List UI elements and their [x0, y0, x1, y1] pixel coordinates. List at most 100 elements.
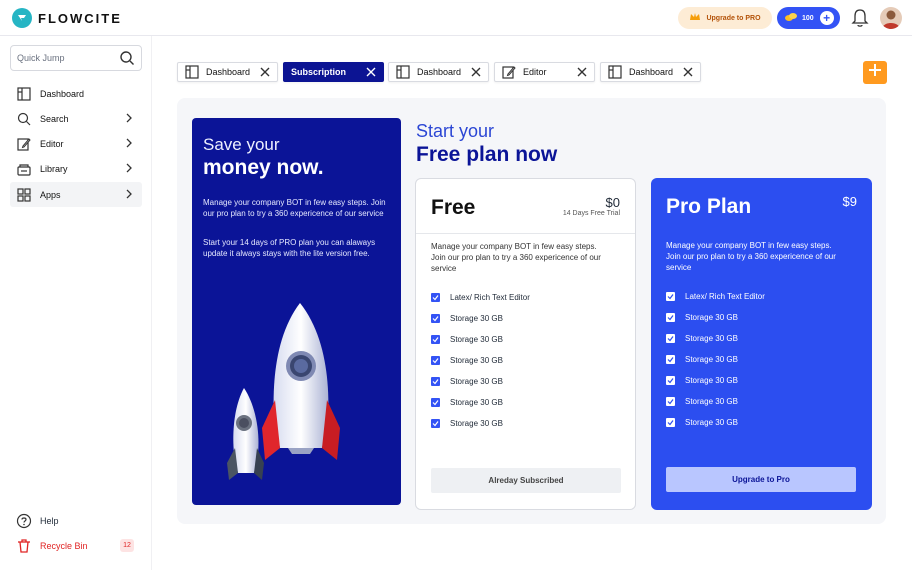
add-tab-button[interactable]	[863, 61, 887, 84]
chevron-right-icon	[124, 113, 134, 123]
close-icon[interactable]	[260, 67, 270, 77]
sidebar-item-label: Dashboard	[40, 88, 85, 99]
feature-item: Storage 30 GB	[431, 371, 530, 392]
plan-name: Free	[431, 196, 476, 219]
crown-icon	[689, 12, 701, 24]
avatar[interactable]	[880, 7, 902, 29]
chevron-right-icon	[124, 189, 134, 199]
tab-dashboard[interactable]: Dashboard	[177, 62, 278, 82]
rocket-illustration	[222, 288, 372, 493]
feature-label: Storage 30 GB	[450, 377, 503, 386]
sidebar-item-label: Apps	[40, 189, 61, 200]
quick-jump-placeholder: Quick Jump	[17, 53, 65, 63]
upgrade-pro-button[interactable]: Upgrade to PRO	[678, 7, 772, 29]
sidebar-help[interactable]: Help	[10, 509, 142, 533]
feature-label: Storage 30 GB	[685, 313, 738, 322]
plan-name: Pro Plan	[666, 195, 752, 218]
divider	[416, 233, 635, 234]
layout-icon	[185, 65, 199, 79]
help-icon	[16, 513, 32, 529]
feature-label: Storage 30 GB	[685, 418, 738, 427]
plan-trial: 14 Days Free Trial	[562, 210, 620, 217]
checkbox-checked-icon	[666, 418, 675, 427]
plan-description: Manage your company BOT in few easy step…	[431, 242, 601, 273]
feature-list: Latex/ Rich Text Editor Storage 30 GB St…	[666, 286, 765, 433]
sidebar-item-label: Library	[40, 163, 68, 174]
tab-subscription[interactable]: Subscription	[283, 62, 384, 82]
feature-item: Storage 30 GB	[431, 350, 530, 371]
promo-title-line2: money now.	[203, 156, 324, 179]
apps-grid-icon	[16, 187, 32, 203]
already-subscribed-button[interactable]: Alreday Subscribed	[431, 468, 621, 493]
close-icon[interactable]	[471, 67, 481, 77]
upgrade-label: Upgrade to PRO	[706, 14, 761, 22]
checkbox-checked-icon	[666, 397, 675, 406]
tab-label: Subscription	[291, 67, 347, 77]
feature-item: Storage 30 GB	[666, 328, 765, 349]
checkbox-checked-icon	[431, 356, 440, 365]
chevron-right-icon	[124, 138, 134, 148]
checkbox-checked-icon	[431, 293, 440, 302]
coins-balance[interactable]: 100 +	[777, 7, 840, 29]
quick-jump-input[interactable]: Quick Jump	[10, 45, 142, 71]
sidebar-item-search[interactable]: Search	[10, 106, 142, 131]
app-logo[interactable]: FLOWCITE	[12, 8, 122, 28]
feature-list: Latex/ Rich Text Editor Storage 30 GB St…	[431, 287, 530, 434]
top-bar: FLOWCITE Upgrade to PRO 100 +	[0, 0, 912, 36]
sidebar-item-label: Editor	[40, 138, 64, 149]
close-icon[interactable]	[366, 67, 376, 77]
tab-editor[interactable]: Editor	[494, 62, 595, 82]
feature-label: Storage 30 GB	[685, 397, 738, 406]
checkbox-checked-icon	[666, 376, 675, 385]
logo-mark-icon	[12, 8, 32, 28]
search-icon	[16, 111, 32, 127]
checkbox-checked-icon	[431, 335, 440, 344]
heading-free-plan: Free plan now	[416, 143, 558, 166]
plan-price: $0	[605, 195, 620, 210]
checkbox-checked-icon	[666, 355, 675, 364]
feature-label: Storage 30 GB	[450, 356, 503, 365]
tab-label: Dashboard	[417, 67, 462, 77]
chevron-right-icon	[124, 163, 134, 173]
sidebar-item-library[interactable]: Library	[10, 156, 142, 181]
feature-label: Storage 30 GB	[685, 355, 738, 364]
sidebar-item-editor[interactable]: Editor	[10, 131, 142, 156]
layout-icon	[16, 86, 32, 102]
feature-label: Storage 30 GB	[450, 398, 503, 407]
upgrade-to-pro-button[interactable]: Upgrade to Pro	[666, 467, 856, 492]
feature-item: Storage 30 GB	[666, 370, 765, 391]
sidebar-item-dashboard[interactable]: Dashboard	[10, 81, 142, 106]
logo-text: FLOWCITE	[38, 10, 122, 26]
help-label: Help	[40, 516, 59, 526]
checkbox-checked-icon	[431, 377, 440, 386]
search-icon[interactable]	[119, 50, 135, 66]
add-coins-icon[interactable]: +	[819, 11, 834, 25]
tab-label: Dashboard	[206, 67, 251, 77]
close-icon[interactable]	[683, 67, 693, 77]
edit-icon	[16, 136, 32, 152]
feature-label: Storage 30 GB	[450, 335, 503, 344]
feature-item: Storage 30 GB	[431, 413, 530, 434]
feature-label: Storage 30 GB	[685, 334, 738, 343]
pro-plan-card: Pro Plan $9 Manage your company BOT in f…	[651, 178, 872, 510]
checkbox-checked-icon	[666, 334, 675, 343]
plan-price: $9	[842, 194, 857, 209]
sidebar-recycle-bin[interactable]: Recycle Bin 12	[10, 534, 142, 558]
plus-icon	[868, 63, 882, 82]
checkbox-checked-icon	[431, 398, 440, 407]
checkbox-checked-icon	[431, 314, 440, 323]
feature-item: Storage 30 GB	[666, 412, 765, 433]
tab-dashboard[interactable]: Dashboard	[388, 62, 489, 82]
feature-label: Storage 30 GB	[685, 376, 738, 385]
tab-dashboard[interactable]: Dashboard	[600, 62, 701, 82]
sidebar-item-apps[interactable]: Apps	[10, 182, 142, 207]
notification-bell-icon[interactable]	[850, 7, 870, 29]
free-plan-card: Free $0 14 Days Free Trial Manage your c…	[415, 178, 636, 510]
feature-item: Storage 30 GB	[666, 391, 765, 412]
sidebar-item-label: Search	[40, 113, 69, 124]
library-icon	[16, 161, 32, 177]
close-icon[interactable]	[577, 67, 587, 77]
feature-label: Latex/ Rich Text Editor	[685, 292, 765, 301]
tab-label: Editor	[523, 67, 547, 77]
promo-paragraph: Manage your company BOT in few easy step…	[203, 198, 386, 218]
